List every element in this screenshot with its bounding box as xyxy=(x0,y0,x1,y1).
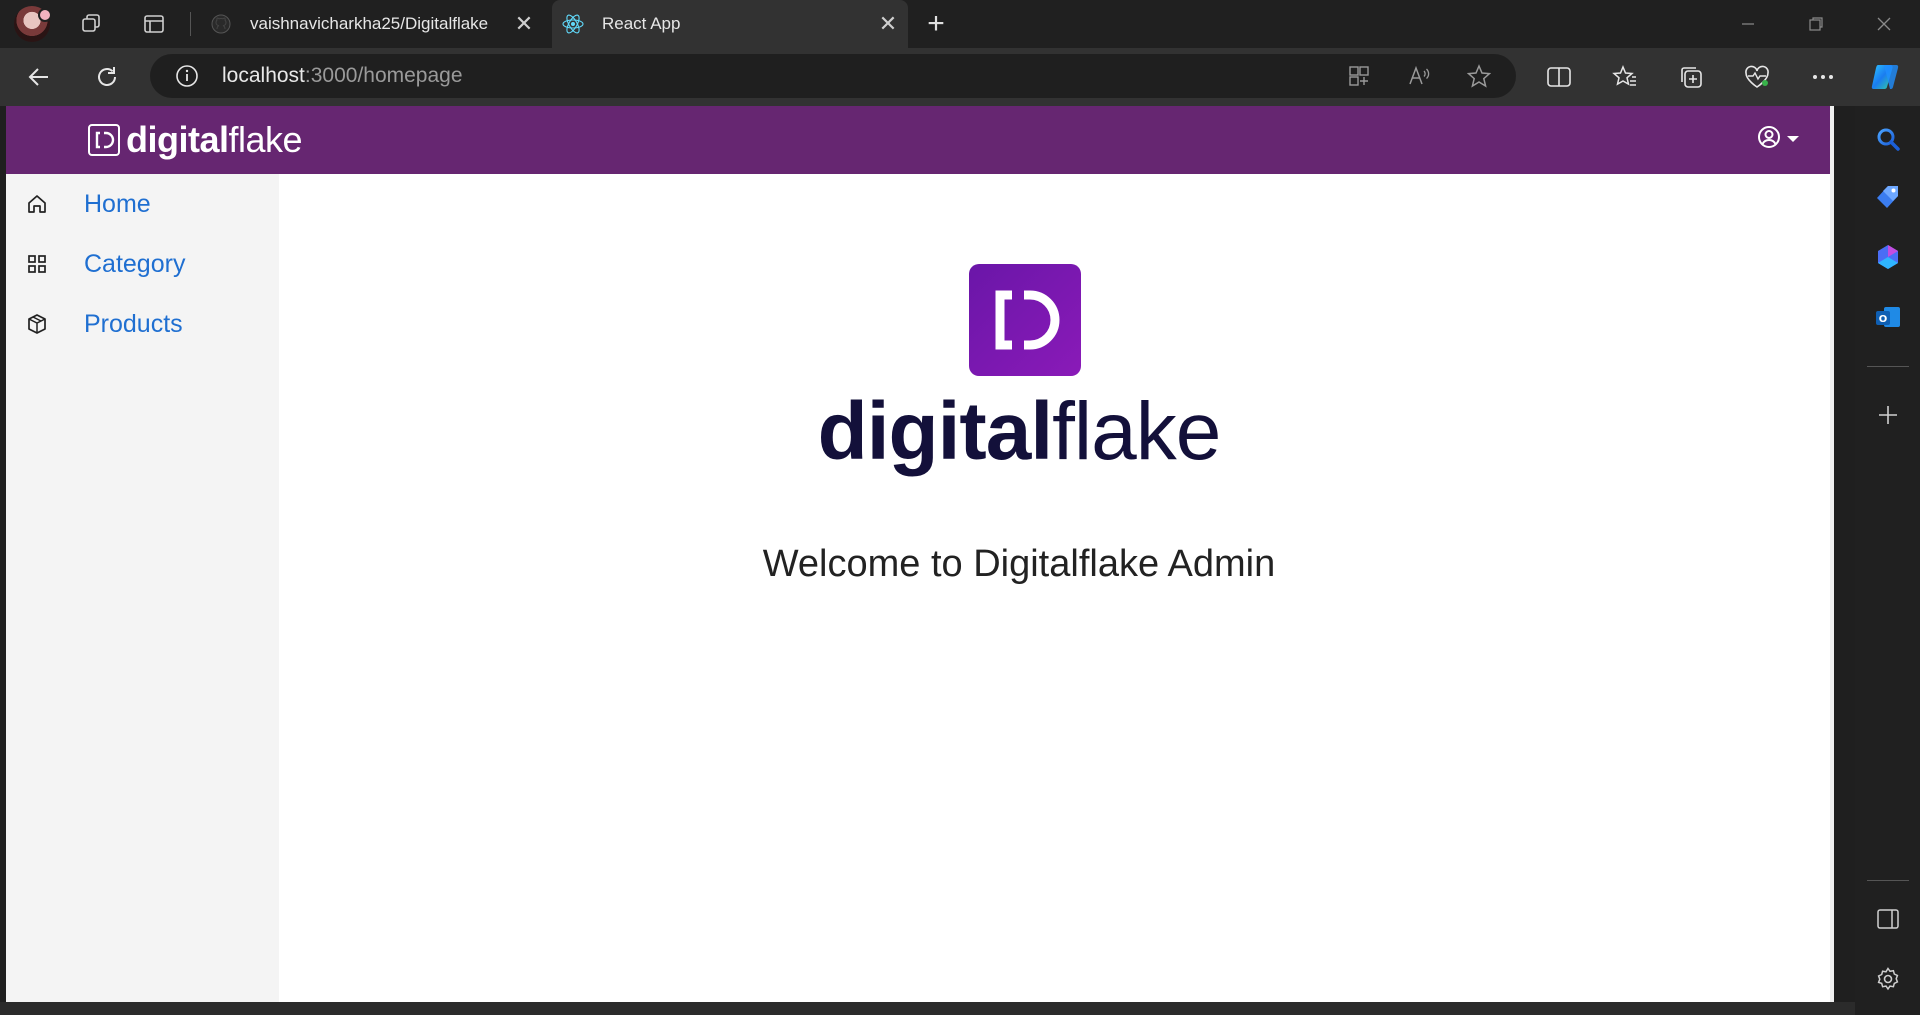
url-path: :3000/homepage xyxy=(304,64,463,87)
browser-essentials-icon[interactable] xyxy=(1740,60,1774,94)
app-sidebar: Home Category Products xyxy=(6,174,279,1002)
restore-button[interactable] xyxy=(1784,0,1848,48)
split-screen-icon[interactable] xyxy=(1542,60,1576,94)
sidebar-divider xyxy=(1867,366,1909,367)
edge-sidebar: O xyxy=(1855,106,1920,1015)
tab-github[interactable]: vaishnavicharkha25/Digitalflake ✕ xyxy=(200,6,544,42)
caret-down-icon xyxy=(1786,131,1800,149)
new-tab-button[interactable]: + xyxy=(920,8,952,40)
brand-light: flake xyxy=(228,119,303,160)
address-bar[interactable]: localhost:3000/homepage xyxy=(150,54,1516,98)
browser-toolbar: localhost:3000/homepage xyxy=(0,48,1920,106)
shopping-tag-icon[interactable] xyxy=(1871,180,1905,214)
copilot-icon[interactable] xyxy=(1866,57,1906,97)
user-menu-toggle[interactable] xyxy=(1756,124,1800,155)
site-info-icon[interactable] xyxy=(174,63,200,89)
settings-gear-icon[interactable] xyxy=(1871,962,1905,996)
user-circle-icon xyxy=(1756,124,1782,155)
react-icon xyxy=(562,13,584,35)
tab-react-app[interactable]: React App ✕ xyxy=(552,0,908,48)
tab-separator xyxy=(190,12,191,36)
workspaces-icon[interactable] xyxy=(78,10,106,38)
logo-mark-icon xyxy=(969,264,1081,376)
outlook-icon[interactable]: O xyxy=(1871,300,1905,334)
nav-label: Category xyxy=(84,249,186,278)
welcome-heading: Welcome to Digitalflake Admin xyxy=(762,543,1276,586)
header-logo[interactable]: digitalflake xyxy=(88,119,303,161)
nav-item-home[interactable]: Home xyxy=(6,178,279,230)
hero-logo: digitalflake xyxy=(789,264,1249,494)
hero-logo-bold: digital xyxy=(817,386,1053,477)
browser-tab-bar: vaishnavicharkha25/Digitalflake ✕ React … xyxy=(0,0,1920,48)
close-window-button[interactable] xyxy=(1852,0,1916,48)
url-host: localhost xyxy=(222,64,305,87)
back-button[interactable] xyxy=(22,60,56,94)
main-content: digitalflake Welcome to Digitalflake Adm… xyxy=(279,174,1830,1002)
minimize-button[interactable] xyxy=(1716,0,1780,48)
collections-icon[interactable] xyxy=(1674,60,1708,94)
close-tab-icon[interactable]: ✕ xyxy=(874,10,902,38)
grid-icon xyxy=(22,249,52,279)
search-icon[interactable] xyxy=(1871,122,1905,156)
close-tab-icon[interactable]: ✕ xyxy=(510,10,538,38)
box-icon xyxy=(22,309,52,339)
page-viewport: digitalflake Home Category Products digi… xyxy=(6,106,1834,1002)
nav-label: Products xyxy=(84,309,183,338)
read-aloud-icon[interactable] xyxy=(1404,61,1434,91)
tab-label: vaishnavicharkha25/Digitalflake xyxy=(250,14,489,33)
window-bottom-edge xyxy=(0,1002,1855,1015)
home-icon xyxy=(22,189,52,219)
add-sidebar-app-icon[interactable] xyxy=(1871,398,1905,432)
more-options-icon[interactable] xyxy=(1806,60,1840,94)
svg-text:O: O xyxy=(1879,314,1888,325)
page-scrollbar[interactable] xyxy=(1830,106,1834,1002)
url-text[interactable]: localhost:3000/homepage xyxy=(222,64,463,88)
logo-mark-icon xyxy=(88,124,120,156)
favorite-star-icon[interactable] xyxy=(1464,61,1494,91)
brand-bold: digital xyxy=(126,119,229,160)
hero-logo-light: flake xyxy=(1052,386,1221,477)
tab-actions-icon[interactable] xyxy=(140,10,168,38)
nav-label: Home xyxy=(84,189,151,218)
hide-sidebar-icon[interactable] xyxy=(1871,902,1905,936)
app-header: digitalflake xyxy=(6,106,1830,174)
profile-avatar[interactable] xyxy=(14,6,52,42)
brand-wordmark: digitalflake xyxy=(126,119,303,161)
refresh-button[interactable] xyxy=(90,60,124,94)
nav-item-products[interactable]: Products xyxy=(6,298,279,350)
sidebar-divider xyxy=(1867,880,1909,881)
tab-label: React App xyxy=(602,14,681,33)
favorites-icon[interactable] xyxy=(1608,60,1642,94)
nav-item-category[interactable]: Category xyxy=(6,238,279,290)
app-available-icon[interactable] xyxy=(1344,61,1374,91)
hero-wordmark: digitalflake xyxy=(789,382,1249,482)
bing-copilot-icon[interactable] xyxy=(1871,240,1905,274)
github-icon xyxy=(210,13,232,35)
notification-dot xyxy=(38,8,52,22)
